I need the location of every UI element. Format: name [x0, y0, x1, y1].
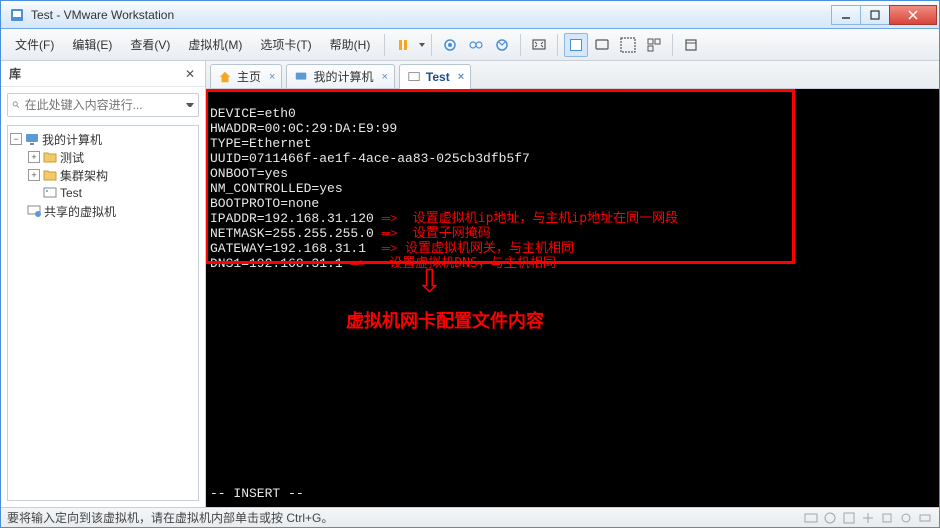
menu-edit[interactable]: 编辑(E)	[64, 32, 120, 57]
fullscreen-button[interactable]	[616, 33, 640, 57]
device-icon[interactable]	[822, 510, 838, 526]
search-box[interactable]	[7, 93, 199, 117]
menu-tabs[interactable]: 选项卡(T)	[252, 32, 319, 57]
tab-mypc[interactable]: 我的计算机 ×	[286, 64, 394, 88]
tree-item[interactable]: + 集群架构	[10, 166, 196, 184]
menubar: 文件(F) 编辑(E) 查看(V) 虚拟机(M) 选项卡(T) 帮助(H)	[1, 29, 939, 61]
unity-button[interactable]	[590, 33, 614, 57]
computer-icon	[24, 131, 40, 147]
vm-icon	[406, 69, 422, 85]
chevron-down-icon[interactable]	[186, 103, 194, 107]
tree-shared-vms[interactable]: 共享的虚拟机	[10, 202, 196, 220]
maximize-button[interactable]	[860, 5, 890, 25]
tree-item-test[interactable]: Test	[10, 184, 196, 202]
sidebar: 库 ✕ − 我的计算机 + 测试 + 集群架构	[1, 61, 206, 507]
sidebar-close-icon[interactable]: ✕	[183, 67, 197, 81]
device-icon[interactable]	[841, 510, 857, 526]
search-icon	[12, 98, 21, 112]
sidebar-title: 库	[9, 65, 183, 82]
tab-close-icon[interactable]: ×	[269, 71, 275, 83]
app-icon	[9, 7, 25, 23]
expand-icon[interactable]: +	[28, 151, 40, 163]
annotation-summary: 虚拟机网卡配置文件内容	[346, 314, 544, 329]
search-input[interactable]	[25, 98, 180, 112]
tab-bar: 主页 × 我的计算机 × Test ×	[206, 61, 939, 89]
terminal[interactable]: DEVICE=eth0 HWADDR=00:0C:29:DA:E9:99 TYP…	[206, 89, 939, 507]
editor-mode: -- INSERT --	[210, 486, 304, 501]
tree-label: Test	[60, 186, 82, 200]
thumbnail-button[interactable]	[642, 33, 666, 57]
arrow-down-icon: ⇩	[416, 274, 443, 289]
folder-icon	[42, 149, 58, 165]
menu-file[interactable]: 文件(F)	[7, 32, 62, 57]
annotation-gateway: 设置虚拟机网关，与主机相同	[405, 241, 574, 256]
device-icon[interactable]	[917, 510, 933, 526]
titlebar: Test - VMware Workstation	[1, 1, 939, 29]
folder-icon	[42, 167, 58, 183]
collapse-icon[interactable]: −	[10, 133, 22, 145]
tree-label: 我的计算机	[42, 131, 102, 148]
shared-icon	[26, 203, 42, 219]
annotation-netmask: 设置子网掩码	[413, 226, 491, 241]
tab-close-icon[interactable]: ×	[458, 71, 464, 83]
home-icon	[217, 69, 233, 85]
tab-label: 主页	[237, 68, 261, 85]
computer-icon	[293, 69, 309, 85]
minimize-button[interactable]	[831, 5, 861, 25]
close-button[interactable]	[889, 5, 937, 25]
menu-view[interactable]: 查看(V)	[122, 32, 178, 57]
revert-button[interactable]	[490, 33, 514, 57]
vm-icon	[42, 185, 58, 201]
tree-item[interactable]: + 测试	[10, 148, 196, 166]
library-button[interactable]	[679, 33, 703, 57]
tab-close-icon[interactable]: ×	[381, 71, 387, 83]
tab-test[interactable]: Test ×	[399, 64, 471, 89]
tree-label: 测试	[60, 149, 84, 166]
status-text: 要将输入定向到该虚拟机，请在虚拟机内部单击或按 Ctrl+G。	[7, 509, 800, 526]
device-icon[interactable]	[860, 510, 876, 526]
tab-label: Test	[426, 70, 450, 84]
pause-button[interactable]	[391, 33, 415, 57]
device-icon[interactable]	[803, 510, 819, 526]
snapshot-button[interactable]	[438, 33, 462, 57]
tab-home[interactable]: 主页 ×	[210, 64, 282, 88]
main-area: 主页 × 我的计算机 × Test × DEVICE=eth0 HWADDR=0…	[206, 61, 939, 507]
annotation-dns: 设置虚拟机DNS，与主机相同	[389, 256, 555, 271]
window-title: Test - VMware Workstation	[31, 8, 832, 22]
expand-icon[interactable]: +	[28, 169, 40, 181]
tab-label: 我的计算机	[313, 68, 373, 85]
tree-root-mypc[interactable]: − 我的计算机	[10, 130, 196, 148]
sidebar-header: 库 ✕	[1, 61, 205, 87]
fit-guest-button[interactable]	[527, 33, 551, 57]
device-icon[interactable]	[879, 510, 895, 526]
status-bar: 要将输入定向到该虚拟机，请在虚拟机内部单击或按 Ctrl+G。	[1, 507, 939, 527]
annotation-ipaddr: 设置虚拟机ip地址，与主机ip地址在同一网段	[413, 211, 678, 226]
console-view-button[interactable]	[564, 33, 588, 57]
library-tree: − 我的计算机 + 测试 + 集群架构 Test	[7, 125, 199, 501]
menu-help[interactable]: 帮助(H)	[322, 32, 379, 57]
tree-label: 共享的虚拟机	[44, 203, 116, 220]
tree-label: 集群架构	[60, 167, 108, 184]
chevron-down-icon[interactable]	[419, 43, 425, 47]
snapshot-manager-button[interactable]	[464, 33, 488, 57]
menu-vm[interactable]: 虚拟机(M)	[180, 32, 250, 57]
device-icon[interactable]	[898, 510, 914, 526]
